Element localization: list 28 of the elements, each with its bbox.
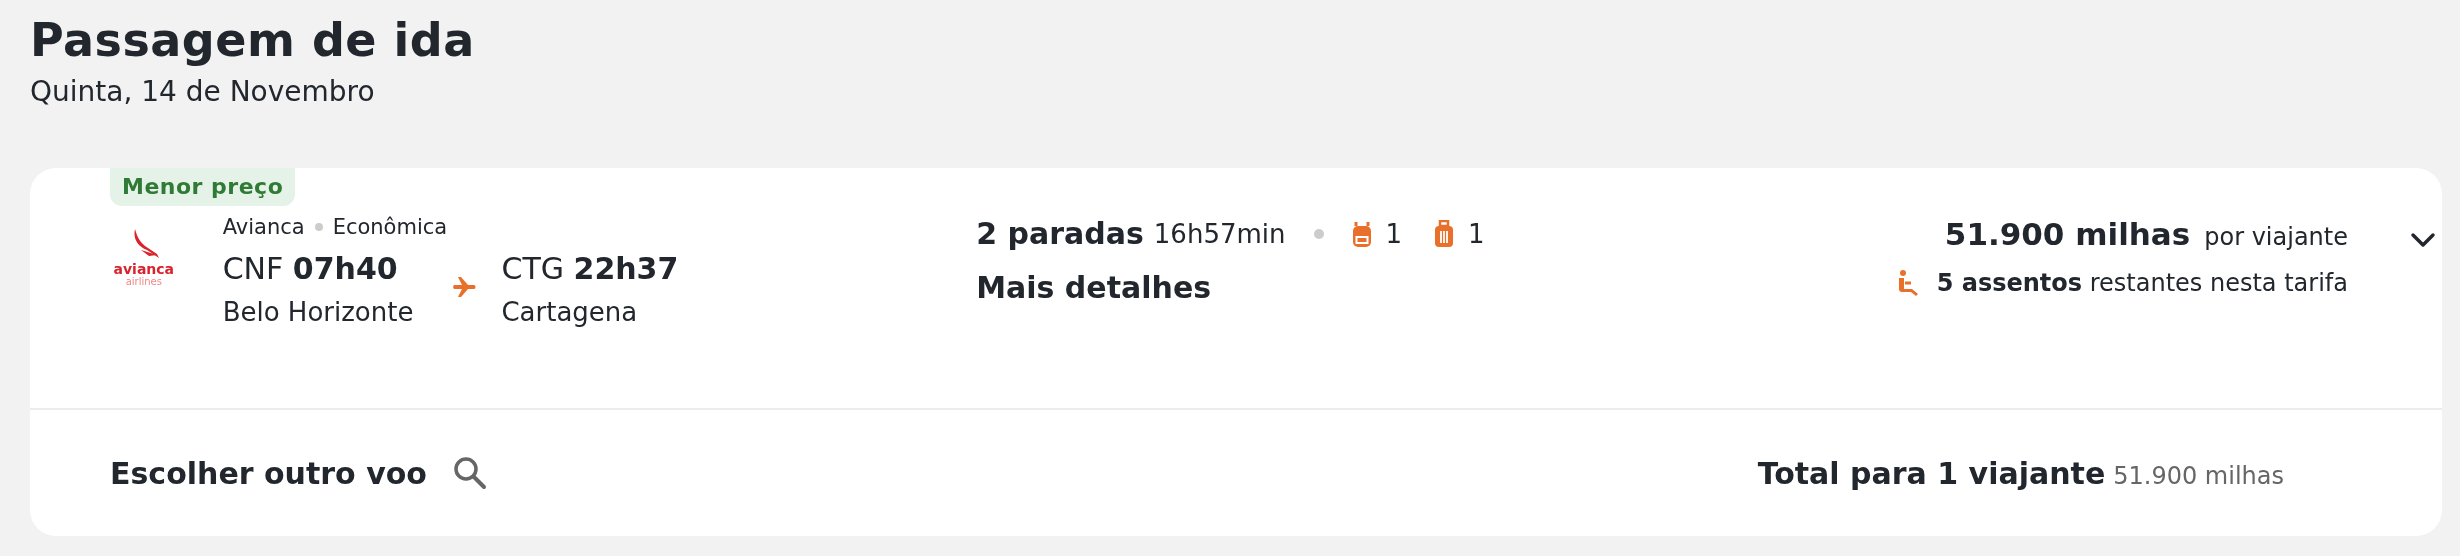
badge: Menor preço [110, 168, 296, 206]
suitcase-icon [1434, 220, 1455, 248]
separator-dot [314, 223, 323, 231]
change-flight-button[interactable]: Escolher outro voo [110, 455, 487, 491]
stops-count: 2 paradas [976, 215, 1144, 253]
date-subtitle: Quinta, 14 de Novembro [30, 74, 376, 110]
city-name: Cartagena [501, 296, 639, 329]
airplane-icon [453, 276, 478, 298]
search-icon [452, 456, 487, 490]
city-name: Belo Horizonte [222, 296, 414, 329]
flight-duration: 16h57min [1153, 218, 1286, 251]
airport-time: CNF 07h40 [222, 250, 399, 288]
cabin-class: Econômica [332, 214, 448, 241]
airport-time: CTG 22h37 [501, 250, 679, 288]
total-miles: 51.900 milhas [2113, 461, 2284, 490]
price-miles: 51.900 milhas [1944, 215, 2191, 254]
page-title: Passagem de ida [30, 12, 476, 69]
separator-dot [1313, 229, 1324, 239]
baggage-count: 1 [1385, 218, 1403, 251]
baggage-count: 1 [1468, 218, 1485, 251]
price-note: por viajante [2204, 222, 2348, 253]
airline-name: Avianca [222, 214, 305, 241]
backpack-icon [1351, 220, 1372, 248]
airline-logo: avianca airlines [110, 212, 178, 287]
seats-remaining: 5 assentos restantes nesta tarifa [1936, 269, 2348, 297]
total-label: Total para 1 viajante [1757, 455, 2106, 491]
details-link[interactable]: Mais detalhes [976, 270, 1212, 305]
chevron-down-icon [2410, 232, 2436, 248]
